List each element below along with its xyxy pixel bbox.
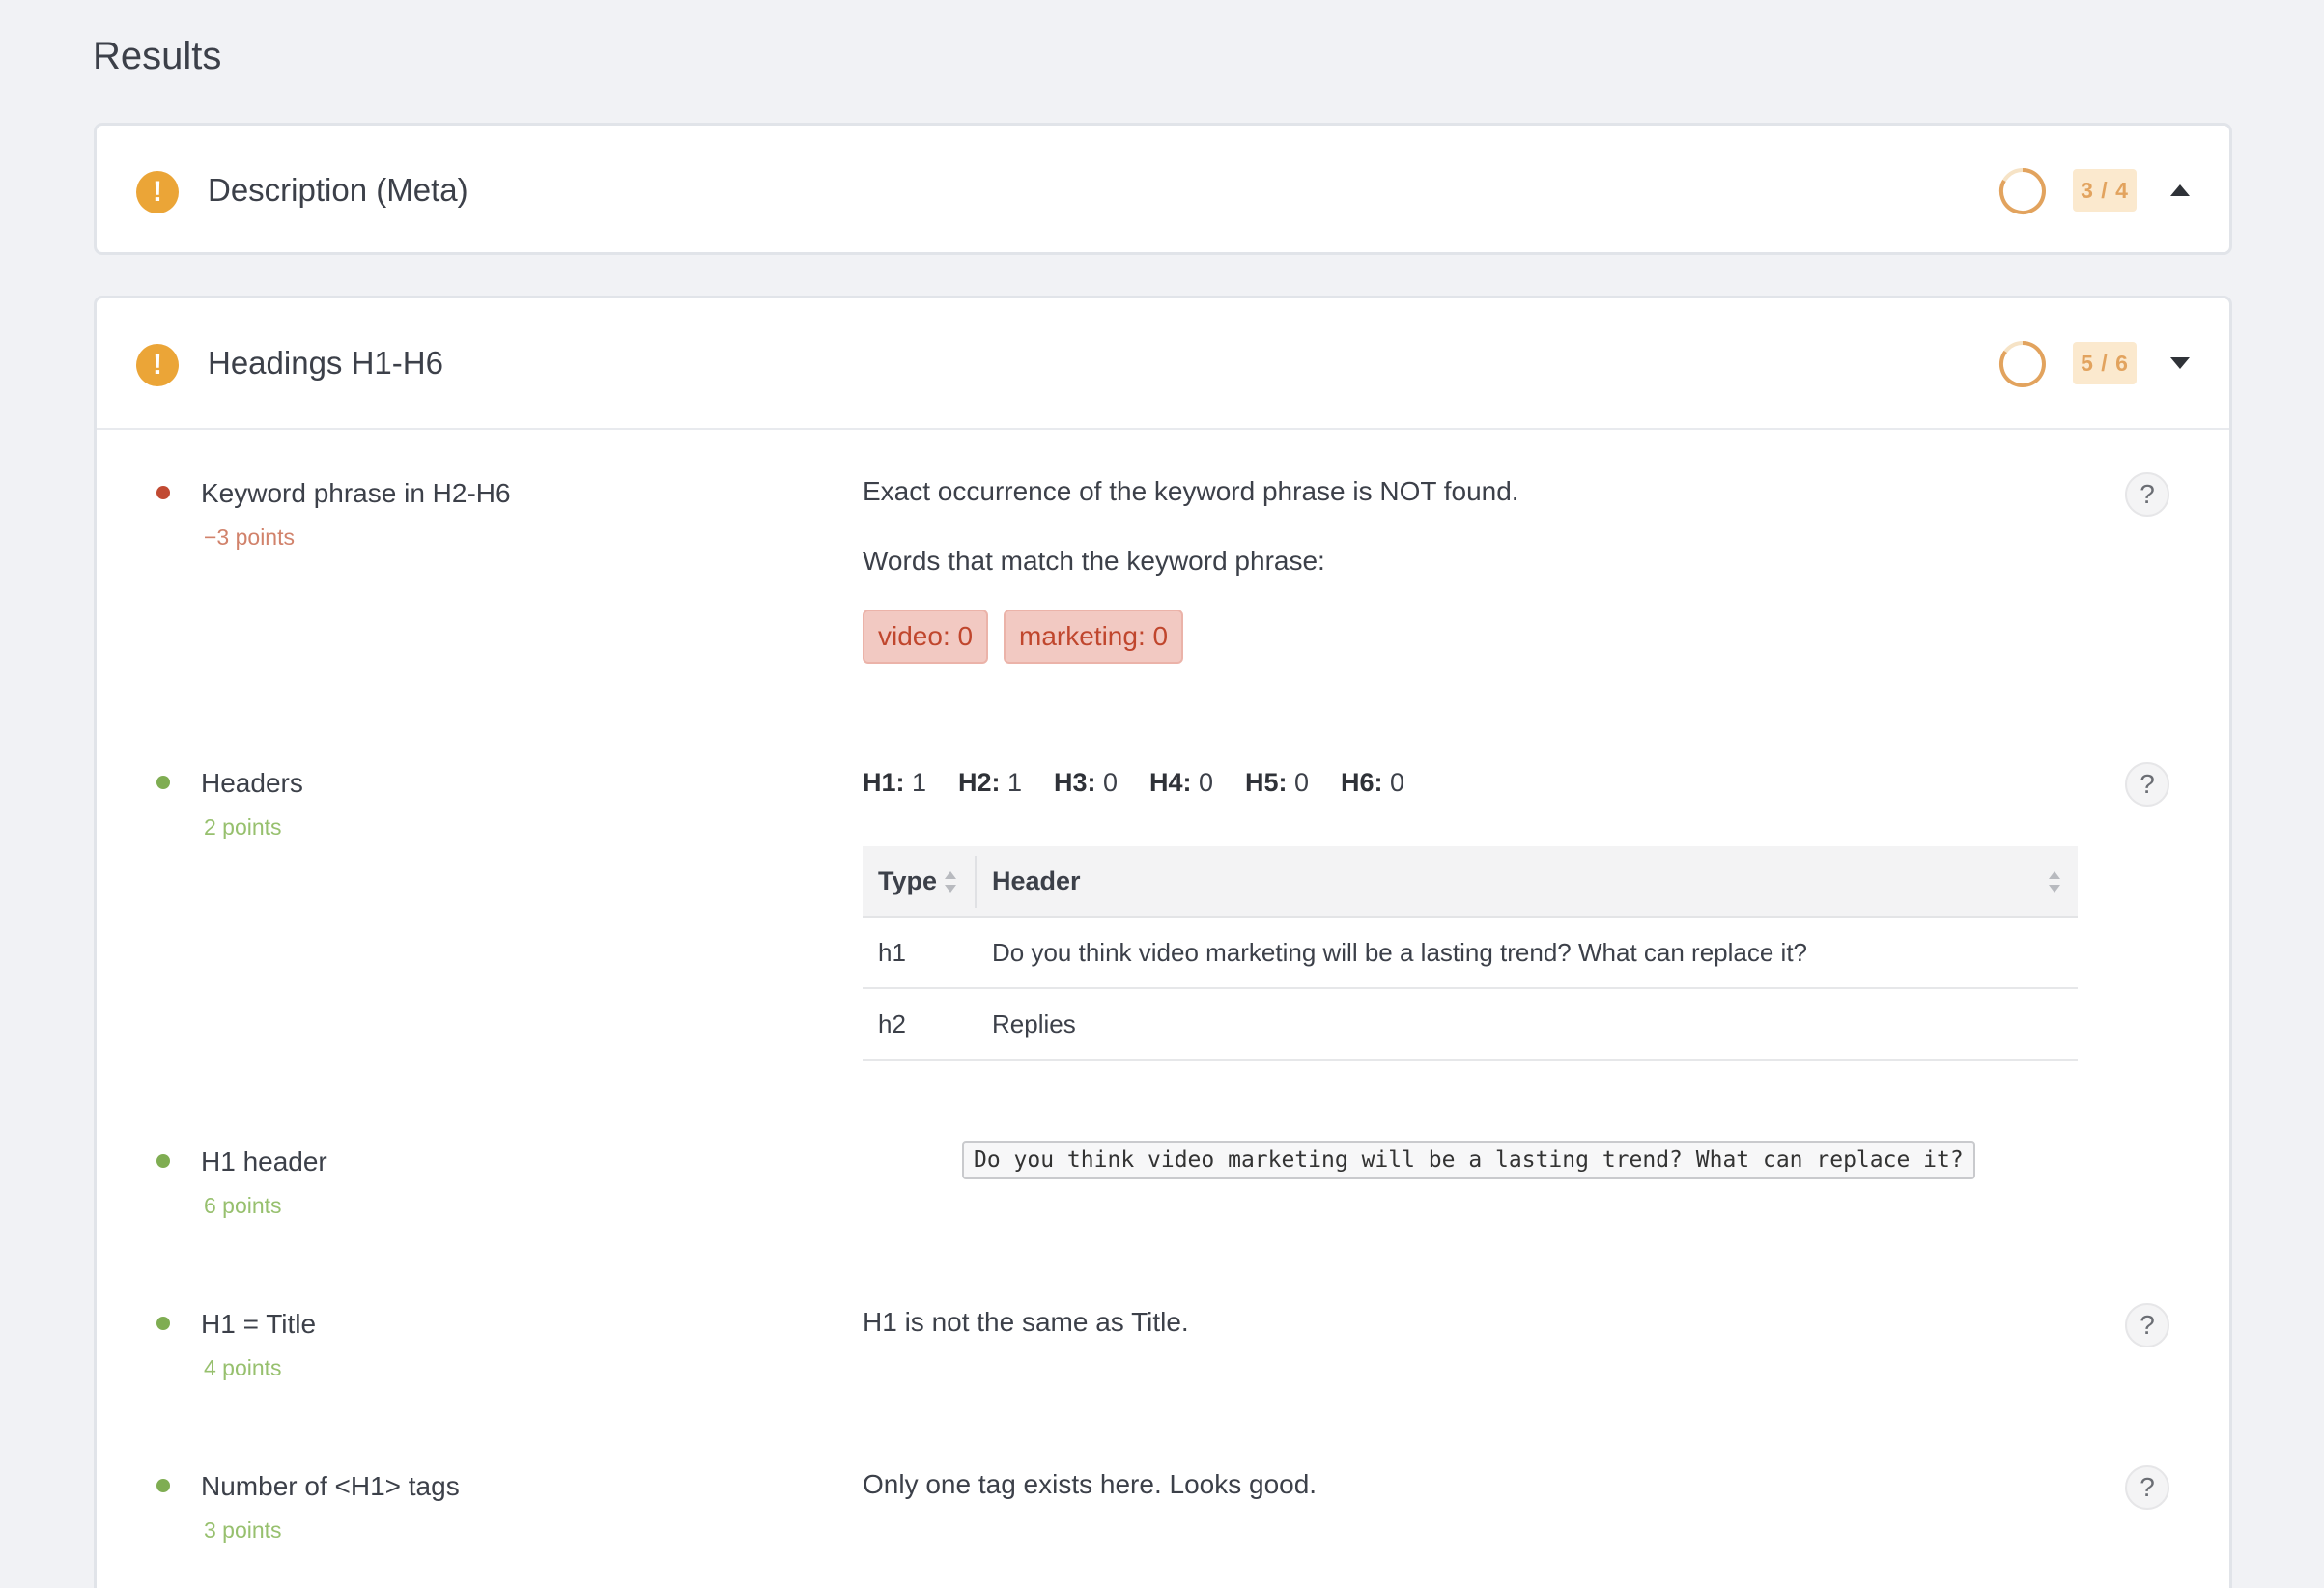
status-dot-fail bbox=[156, 486, 170, 499]
check-row-h1-count: Number of <H1> tags 3 points Only one ta… bbox=[97, 1465, 2229, 1572]
header-count-h4: H4: 0 bbox=[1149, 768, 1214, 797]
panel-headings: ! Headings H1-H6 5 / 6 Keyword phrase in… bbox=[94, 296, 2232, 1588]
keyword-tag: video: 0 bbox=[863, 610, 989, 664]
check-row-h1-title: H1 = Title 4 points H1 is not the same a… bbox=[97, 1303, 2229, 1409]
header-count-h2: H2: 1 bbox=[958, 768, 1023, 797]
caret-up-icon[interactable] bbox=[2170, 184, 2190, 196]
exclamation-circle-icon: ! bbox=[136, 344, 179, 386]
check-message: Exact occurrence of the keyword phrase i… bbox=[863, 476, 1519, 506]
headers-table: Type Header h1 Do you think video market… bbox=[863, 846, 2078, 1063]
keyword-tags: video: 0 marketing: 0 bbox=[863, 610, 1442, 664]
check-message: H1 is not the same as Title. bbox=[863, 1307, 1189, 1337]
question-circle-icon[interactable]: ? bbox=[2125, 1465, 2169, 1510]
check-row-h1-header: H1 header 6 points Do you think video ma… bbox=[97, 1141, 2229, 1247]
question-circle-icon[interactable]: ? bbox=[2125, 762, 2169, 807]
cell-header: Replies bbox=[992, 1009, 1076, 1038]
column-divider bbox=[975, 856, 977, 908]
caret-down-icon[interactable] bbox=[2170, 357, 2190, 369]
sort-arrows-icon[interactable] bbox=[2047, 869, 2062, 894]
header-count-h5: H5: 0 bbox=[1245, 768, 1310, 797]
header-count-h6: H6: 0 bbox=[1341, 768, 1405, 797]
table-row: h2 Replies bbox=[863, 989, 2078, 1061]
exclamation-circle-icon: ! bbox=[136, 171, 179, 213]
check-row-headers: Headers 2 points H1: 1 H2: 1 H3: 0 H4: 0… bbox=[97, 762, 2229, 1081]
h1-code-snippet: Do you think video marketing will be a l… bbox=[962, 1141, 1975, 1179]
score-badge: 5 / 6 bbox=[2073, 342, 2137, 384]
cell-type: h1 bbox=[878, 938, 906, 967]
check-sub-message: Words that match the keyword phrase: bbox=[863, 546, 1325, 576]
status-dot-pass bbox=[156, 1154, 170, 1168]
score-badge: 3 / 4 bbox=[2073, 169, 2137, 212]
check-message: Only one tag exists here. Looks good. bbox=[863, 1469, 1318, 1499]
check-points: 6 points bbox=[204, 1193, 282, 1218]
question-circle-icon[interactable]: ? bbox=[2125, 472, 2169, 517]
check-points: −3 points bbox=[204, 525, 295, 550]
cell-header: Do you think video marketing will be a l… bbox=[992, 938, 1807, 967]
header-counts: H1: 1 H2: 1 H3: 0 H4: 0 H5: 0 H6: 0 bbox=[863, 768, 1539, 803]
sort-arrows-icon[interactable] bbox=[943, 869, 958, 894]
status-dot-pass bbox=[156, 1317, 170, 1330]
table-header-row: Type Header bbox=[863, 846, 2078, 918]
header-count-h1: H1: 1 bbox=[863, 768, 927, 797]
status-dot-pass bbox=[156, 776, 170, 789]
panel-description-meta: ! Description (Meta) 3 / 4 bbox=[94, 123, 2232, 255]
check-points: 2 points bbox=[204, 814, 282, 839]
check-points: 3 points bbox=[204, 1517, 282, 1543]
page-title: Results bbox=[93, 35, 222, 77]
panel-title: Description (Meta) bbox=[208, 172, 468, 208]
panel-title: Headings H1-H6 bbox=[208, 345, 443, 381]
header-count-h3: H3: 0 bbox=[1054, 768, 1119, 797]
progress-ring-icon bbox=[1998, 168, 2046, 214]
status-dot-pass bbox=[156, 1479, 170, 1492]
panel-divider bbox=[97, 428, 2229, 430]
check-label: Keyword phrase in H2-H6 bbox=[201, 478, 511, 508]
question-circle-icon[interactable]: ? bbox=[2125, 1303, 2169, 1347]
check-label: H1 header bbox=[201, 1147, 327, 1177]
check-label: Headers bbox=[201, 768, 303, 798]
keyword-tag: marketing: 0 bbox=[1004, 610, 1184, 664]
check-label: H1 = Title bbox=[201, 1309, 317, 1339]
table-row: h1 Do you think video marketing will be … bbox=[863, 918, 2078, 989]
check-points: 4 points bbox=[204, 1355, 282, 1380]
panel-header-headings[interactable]: ! Headings H1-H6 5 / 6 bbox=[97, 298, 2229, 428]
column-header-header[interactable]: Header bbox=[992, 846, 1081, 916]
check-row-keyword-phrase: Keyword phrase in H2-H6 −3 points Exact … bbox=[97, 472, 2229, 723]
check-label: Number of <H1> tags bbox=[201, 1471, 460, 1501]
cell-type: h2 bbox=[878, 1009, 906, 1038]
panel-header-description-meta[interactable]: ! Description (Meta) 3 / 4 bbox=[97, 126, 2229, 255]
progress-ring-icon bbox=[1998, 341, 2046, 387]
column-header-type[interactable]: Type bbox=[878, 846, 937, 916]
